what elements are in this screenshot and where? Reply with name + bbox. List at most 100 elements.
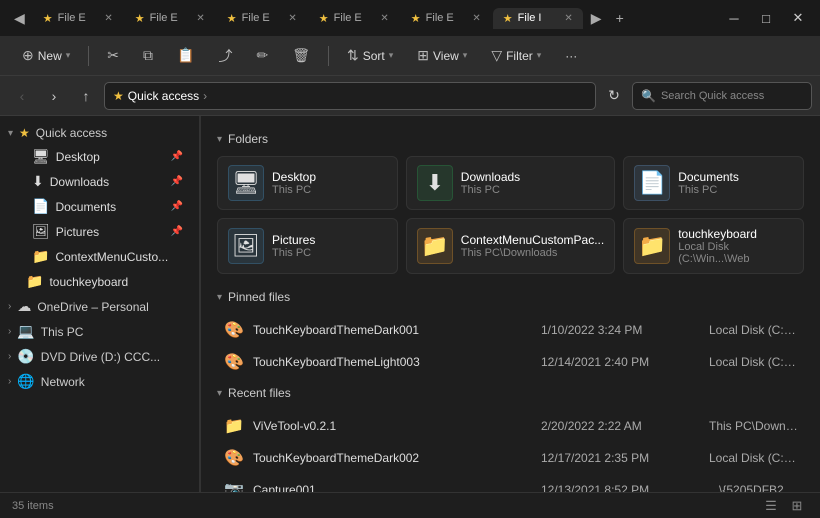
tab-next-button[interactable]: ▶ [585, 6, 608, 31]
pin-icon-1: 📌 [171, 176, 183, 187]
sidebar-section-dvd[interactable]: › 💿 DVD Drive (D:) CCC... [0, 344, 199, 369]
folder-name-2: Documents [678, 170, 793, 184]
view-icon: ⊞ [417, 47, 429, 64]
folder-card-5[interactable]: 📁 touchkeyboard Local Disk (C:\Win...\We… [623, 218, 804, 274]
tab-4[interactable]: ★ File E ✕ [401, 8, 491, 29]
sidebar-section-network[interactable]: › 🌐 Network [0, 369, 199, 394]
sidebar-item-touchkeyboard[interactable]: 📁 touchkeyboard [4, 269, 195, 294]
sidebar-item-4[interactable]: 📁 ContextMenuCusto... [4, 244, 195, 269]
tab-close-icon-3[interactable]: ✕ [380, 13, 388, 24]
folder-thumb-3: 🖼 [228, 228, 264, 264]
folder-info-0: Desktop This PC [272, 170, 387, 196]
folder-card-3[interactable]: 🖼 Pictures This PC [217, 218, 398, 274]
tab-label-3: File E [334, 12, 362, 24]
onedrive-icon: ☁ [17, 298, 31, 315]
sidebar-section-thispc[interactable]: › 💻 This PC [0, 319, 199, 344]
sidebar-item-3[interactable]: 🖼 Pictures 📌 [4, 219, 195, 244]
paste-button[interactable]: 📋 [167, 42, 204, 69]
minimize-button[interactable]: ─ [720, 4, 748, 32]
sidebar-item-1[interactable]: ⬇ Downloads 📌 [4, 169, 195, 194]
title-bar: ◀ ★ File E ✕ ★ File E ✕ ★ File E ✕ ★ Fil… [0, 0, 820, 36]
cut-button[interactable]: ✂ [97, 42, 129, 69]
pinned-files-section-header[interactable]: ▾ Pinned files [217, 290, 804, 304]
copy-button[interactable]: ⧉ [133, 42, 163, 69]
recent-file-location-2: ...\{5205DFB2-CDF6-4D8C-A0B1-3... [709, 483, 798, 492]
new-tab-button[interactable]: + [610, 6, 630, 30]
rename-button[interactable]: ✏ [246, 42, 278, 69]
recent-file-name-2: Capture001 [253, 483, 533, 492]
recent-file-icon-1: 🎨 [223, 447, 245, 469]
folder-card-1[interactable]: ⬇ Downloads This PC [406, 156, 615, 210]
close-button[interactable]: ✕ [784, 4, 812, 32]
tiles-view-button[interactable]: ⊞ [786, 495, 808, 517]
filter-chevron-icon: ▾ [537, 50, 542, 61]
sidebar-section-onedrive[interactable]: › ☁ OneDrive – Personal [0, 294, 199, 319]
recent-file-location-0: This PC\Downloads [709, 419, 798, 433]
sidebar-section-quick-access[interactable]: ▾ ★ Quick access [0, 122, 199, 144]
details-view-button[interactable]: ☰ [760, 495, 782, 517]
more-button[interactable]: ··· [555, 44, 587, 68]
pinned-chevron-icon: ▾ [217, 292, 222, 303]
search-box[interactable]: 🔍 Search Quick access [632, 82, 812, 110]
tab-1[interactable]: ★ File E ✕ [125, 8, 215, 29]
sidebar-item-label-4: ContextMenuCusto... [55, 250, 168, 264]
recent-file-location-1: Local Disk (C:\)W...\touchkeyboard [709, 451, 798, 465]
view-button[interactable]: ⊞ View ▾ [407, 42, 477, 69]
back-button[interactable]: ‹ [8, 82, 36, 110]
forward-button[interactable]: › [40, 82, 68, 110]
delete-button[interactable]: 🗑 [282, 42, 320, 69]
filter-label: Filter [506, 49, 533, 63]
share-button[interactable]: ⤴ [208, 41, 242, 71]
filter-button[interactable]: ▽ Filter ▾ [481, 42, 551, 69]
tab-close-icon-1[interactable]: ✕ [196, 13, 204, 24]
sort-button[interactable]: ⇅ Sort ▾ [337, 42, 403, 69]
recent-files-section-header[interactable]: ▾ Recent files [217, 386, 804, 400]
folders-chevron-icon: ▾ [217, 134, 222, 145]
maximize-button[interactable]: □ [752, 4, 780, 32]
tab-3[interactable]: ★ File E ✕ [309, 8, 399, 29]
filter-icon: ▽ [491, 47, 502, 64]
tab-close-icon-0[interactable]: ✕ [104, 13, 112, 24]
sidebar-item-2[interactable]: 📄 Documents 📌 [4, 194, 195, 219]
tab-star-icon-5: ★ [503, 12, 513, 25]
pinned-file-row-0[interactable]: 🎨 TouchKeyboardThemeDark001 1/10/2022 3:… [217, 314, 804, 346]
tab-star-icon-2: ★ [227, 12, 237, 25]
address-path[interactable]: ★ Quick access › [104, 82, 596, 110]
folder-card-0[interactable]: 🖥 Desktop This PC [217, 156, 398, 210]
new-button[interactable]: ⊕ New ▾ [12, 42, 80, 69]
recent-file-row-0[interactable]: 📁 ViVeTool-v0.2.1 2/20/2022 2:22 AM This… [217, 410, 804, 442]
tab-0[interactable]: ★ File E ✕ [33, 8, 123, 29]
item-count: 35 items [12, 500, 54, 512]
sidebar-item-0[interactable]: 🖥 Desktop 📌 [4, 144, 195, 169]
folders-section-header[interactable]: ▾ Folders [217, 132, 804, 146]
tab-prev-button[interactable]: ◀ [8, 6, 31, 31]
tab-close-icon-5[interactable]: ✕ [564, 13, 572, 24]
sidebar-item-label-1: Downloads [50, 175, 109, 189]
folder-name-5: touchkeyboard [678, 227, 793, 241]
network-icon: 🌐 [17, 373, 34, 390]
folder-info-2: Documents This PC [678, 170, 793, 196]
new-icon: ⊕ [22, 47, 34, 64]
touchkeyboard-label: touchkeyboard [49, 275, 128, 289]
recent-chevron-icon: ▾ [217, 388, 222, 399]
recent-file-row-2[interactable]: 📷 Capture001 12/13/2021 8:52 PM ...\{520… [217, 474, 804, 492]
tab-close-icon-4[interactable]: ✕ [472, 13, 480, 24]
folder-card-4[interactable]: 📁 ContextMenuCustomPac... This PC\Downlo… [406, 218, 615, 274]
tab-2[interactable]: ★ File E ✕ [217, 8, 307, 29]
pinned-file-name-1: TouchKeyboardThemeLight003 [253, 355, 533, 369]
search-placeholder: Search Quick access [661, 90, 764, 102]
recent-file-date-0: 2/20/2022 2:22 AM [541, 419, 701, 433]
tab-close-icon-2[interactable]: ✕ [288, 13, 296, 24]
recent-file-icon-2: 📷 [223, 479, 245, 492]
pinned-file-row-1[interactable]: 🎨 TouchKeyboardThemeLight003 12/14/2021 … [217, 346, 804, 378]
recent-file-row-1[interactable]: 🎨 TouchKeyboardThemeDark002 12/17/2021 2… [217, 442, 804, 474]
recent-file-icon-0: 📁 [223, 415, 245, 437]
folder-card-2[interactable]: 📄 Documents This PC [623, 156, 804, 210]
up-button[interactable]: ↑ [72, 82, 100, 110]
thispc-icon: 💻 [17, 323, 34, 340]
pinned-file-icon-1: 🎨 [223, 351, 245, 373]
onedrive-label: OneDrive – Personal [37, 300, 148, 314]
pinned-files-list: 🎨 TouchKeyboardThemeDark001 1/10/2022 3:… [217, 314, 804, 378]
refresh-button[interactable]: ↻ [600, 82, 628, 110]
tab-5[interactable]: ★ File I ✕ [493, 8, 583, 29]
